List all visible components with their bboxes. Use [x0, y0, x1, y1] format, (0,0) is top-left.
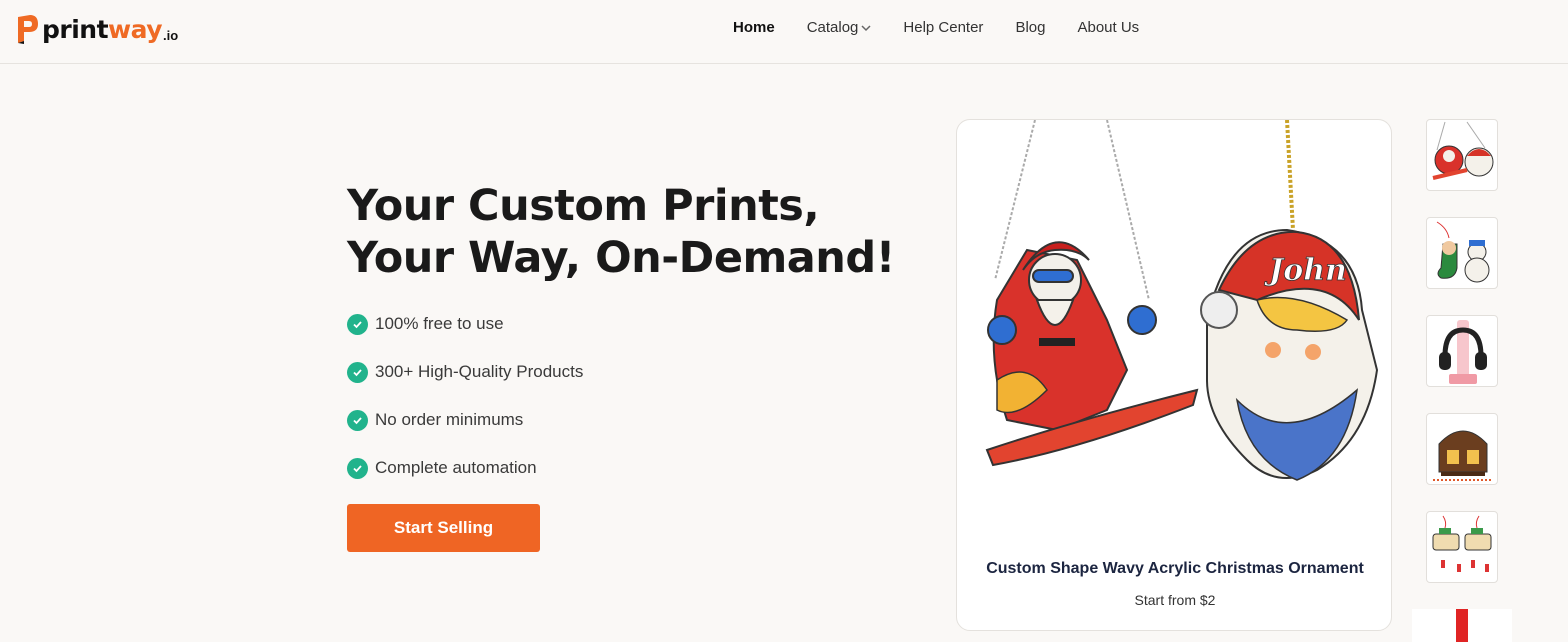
- site-header: printway .io Home Catalog Help Center Bl…: [0, 0, 1568, 64]
- house-plaque-thumbnail-icon: [1433, 430, 1493, 481]
- headphone-stand-thumbnail-icon: [1439, 320, 1487, 384]
- feature-item: Complete automation: [347, 456, 583, 480]
- thumbnail-partial[interactable]: [1412, 609, 1512, 642]
- logo-text-tld: .io: [163, 28, 179, 43]
- feature-text: No order minimums: [375, 410, 524, 429]
- partial-thumbnail-icon: [1456, 609, 1468, 642]
- check-circle-icon: [347, 313, 368, 335]
- start-selling-button[interactable]: Start Selling: [347, 504, 540, 552]
- santa-ornaments-thumbnail-icon: [1432, 121, 1494, 180]
- nav-home[interactable]: Home: [733, 19, 775, 36]
- hero-title-line-1: Your Custom Prints,: [347, 181, 820, 231]
- product-price: Start from $2: [1134, 592, 1216, 608]
- thumbnail-headphone-stand[interactable]: [1426, 315, 1498, 387]
- hero-title: Your Custom Prints, Your Way, On-Demand!: [347, 180, 895, 284]
- feature-text: 100% free to use: [375, 314, 504, 333]
- printway-logo[interactable]: printway .io: [14, 12, 178, 46]
- feature-item: No order minimums: [347, 408, 583, 432]
- thumbnail-list: [1426, 119, 1498, 609]
- thumbnail-truck-ornaments[interactable]: [1426, 511, 1498, 583]
- check-circle-icon: [347, 361, 368, 383]
- santa-head-ornament-icon: John: [1200, 228, 1379, 481]
- nav-catalog[interactable]: Catalog: [807, 19, 872, 36]
- truck-ornaments-thumbnail-icon: [1432, 515, 1492, 572]
- product-image: John: [985, 120, 1379, 481]
- thumbnail-santa-ornaments[interactable]: [1426, 119, 1498, 191]
- feature-text: Complete automation: [375, 458, 537, 477]
- ornament-name-label: John: [1264, 253, 1347, 288]
- hero-title-line-2: Your Way, On-Demand!: [347, 233, 895, 283]
- nav-about-us[interactable]: About Us: [1077, 19, 1139, 36]
- nav-help-center[interactable]: Help Center: [903, 19, 983, 36]
- chevron-down-icon: [861, 24, 871, 31]
- check-circle-icon: [347, 457, 368, 479]
- logo-text-way: way: [108, 14, 163, 44]
- nav-blog[interactable]: Blog: [1015, 19, 1045, 36]
- thumbnail-stocking-snowman[interactable]: [1426, 217, 1498, 289]
- logo-text-print: print: [42, 14, 109, 44]
- feature-list: 100% free to use 300+ High-Quality Produ…: [347, 312, 583, 504]
- product-title[interactable]: Custom Shape Wavy Acrylic Christmas Orna…: [957, 560, 1391, 578]
- feature-item: 300+ High-Quality Products: [347, 360, 583, 384]
- feature-text: 300+ High-Quality Products: [375, 362, 584, 381]
- stocking-snowman-thumbnail-icon: [1436, 221, 1490, 283]
- check-circle-icon: [347, 409, 368, 431]
- skiing-santa-ornament-icon: [985, 241, 1199, 467]
- printway-logo-mark-icon: [18, 15, 38, 44]
- nav-catalog-label: Catalog: [806, 19, 859, 36]
- thumbnail-house-plaque[interactable]: [1426, 413, 1498, 485]
- product-card[interactable]: John Custom Shape Wavy Acrylic Christmas…: [956, 119, 1392, 631]
- main-nav: Home Catalog Help Center Blog About Us: [733, 19, 1171, 36]
- feature-item: 100% free to use: [347, 312, 583, 336]
